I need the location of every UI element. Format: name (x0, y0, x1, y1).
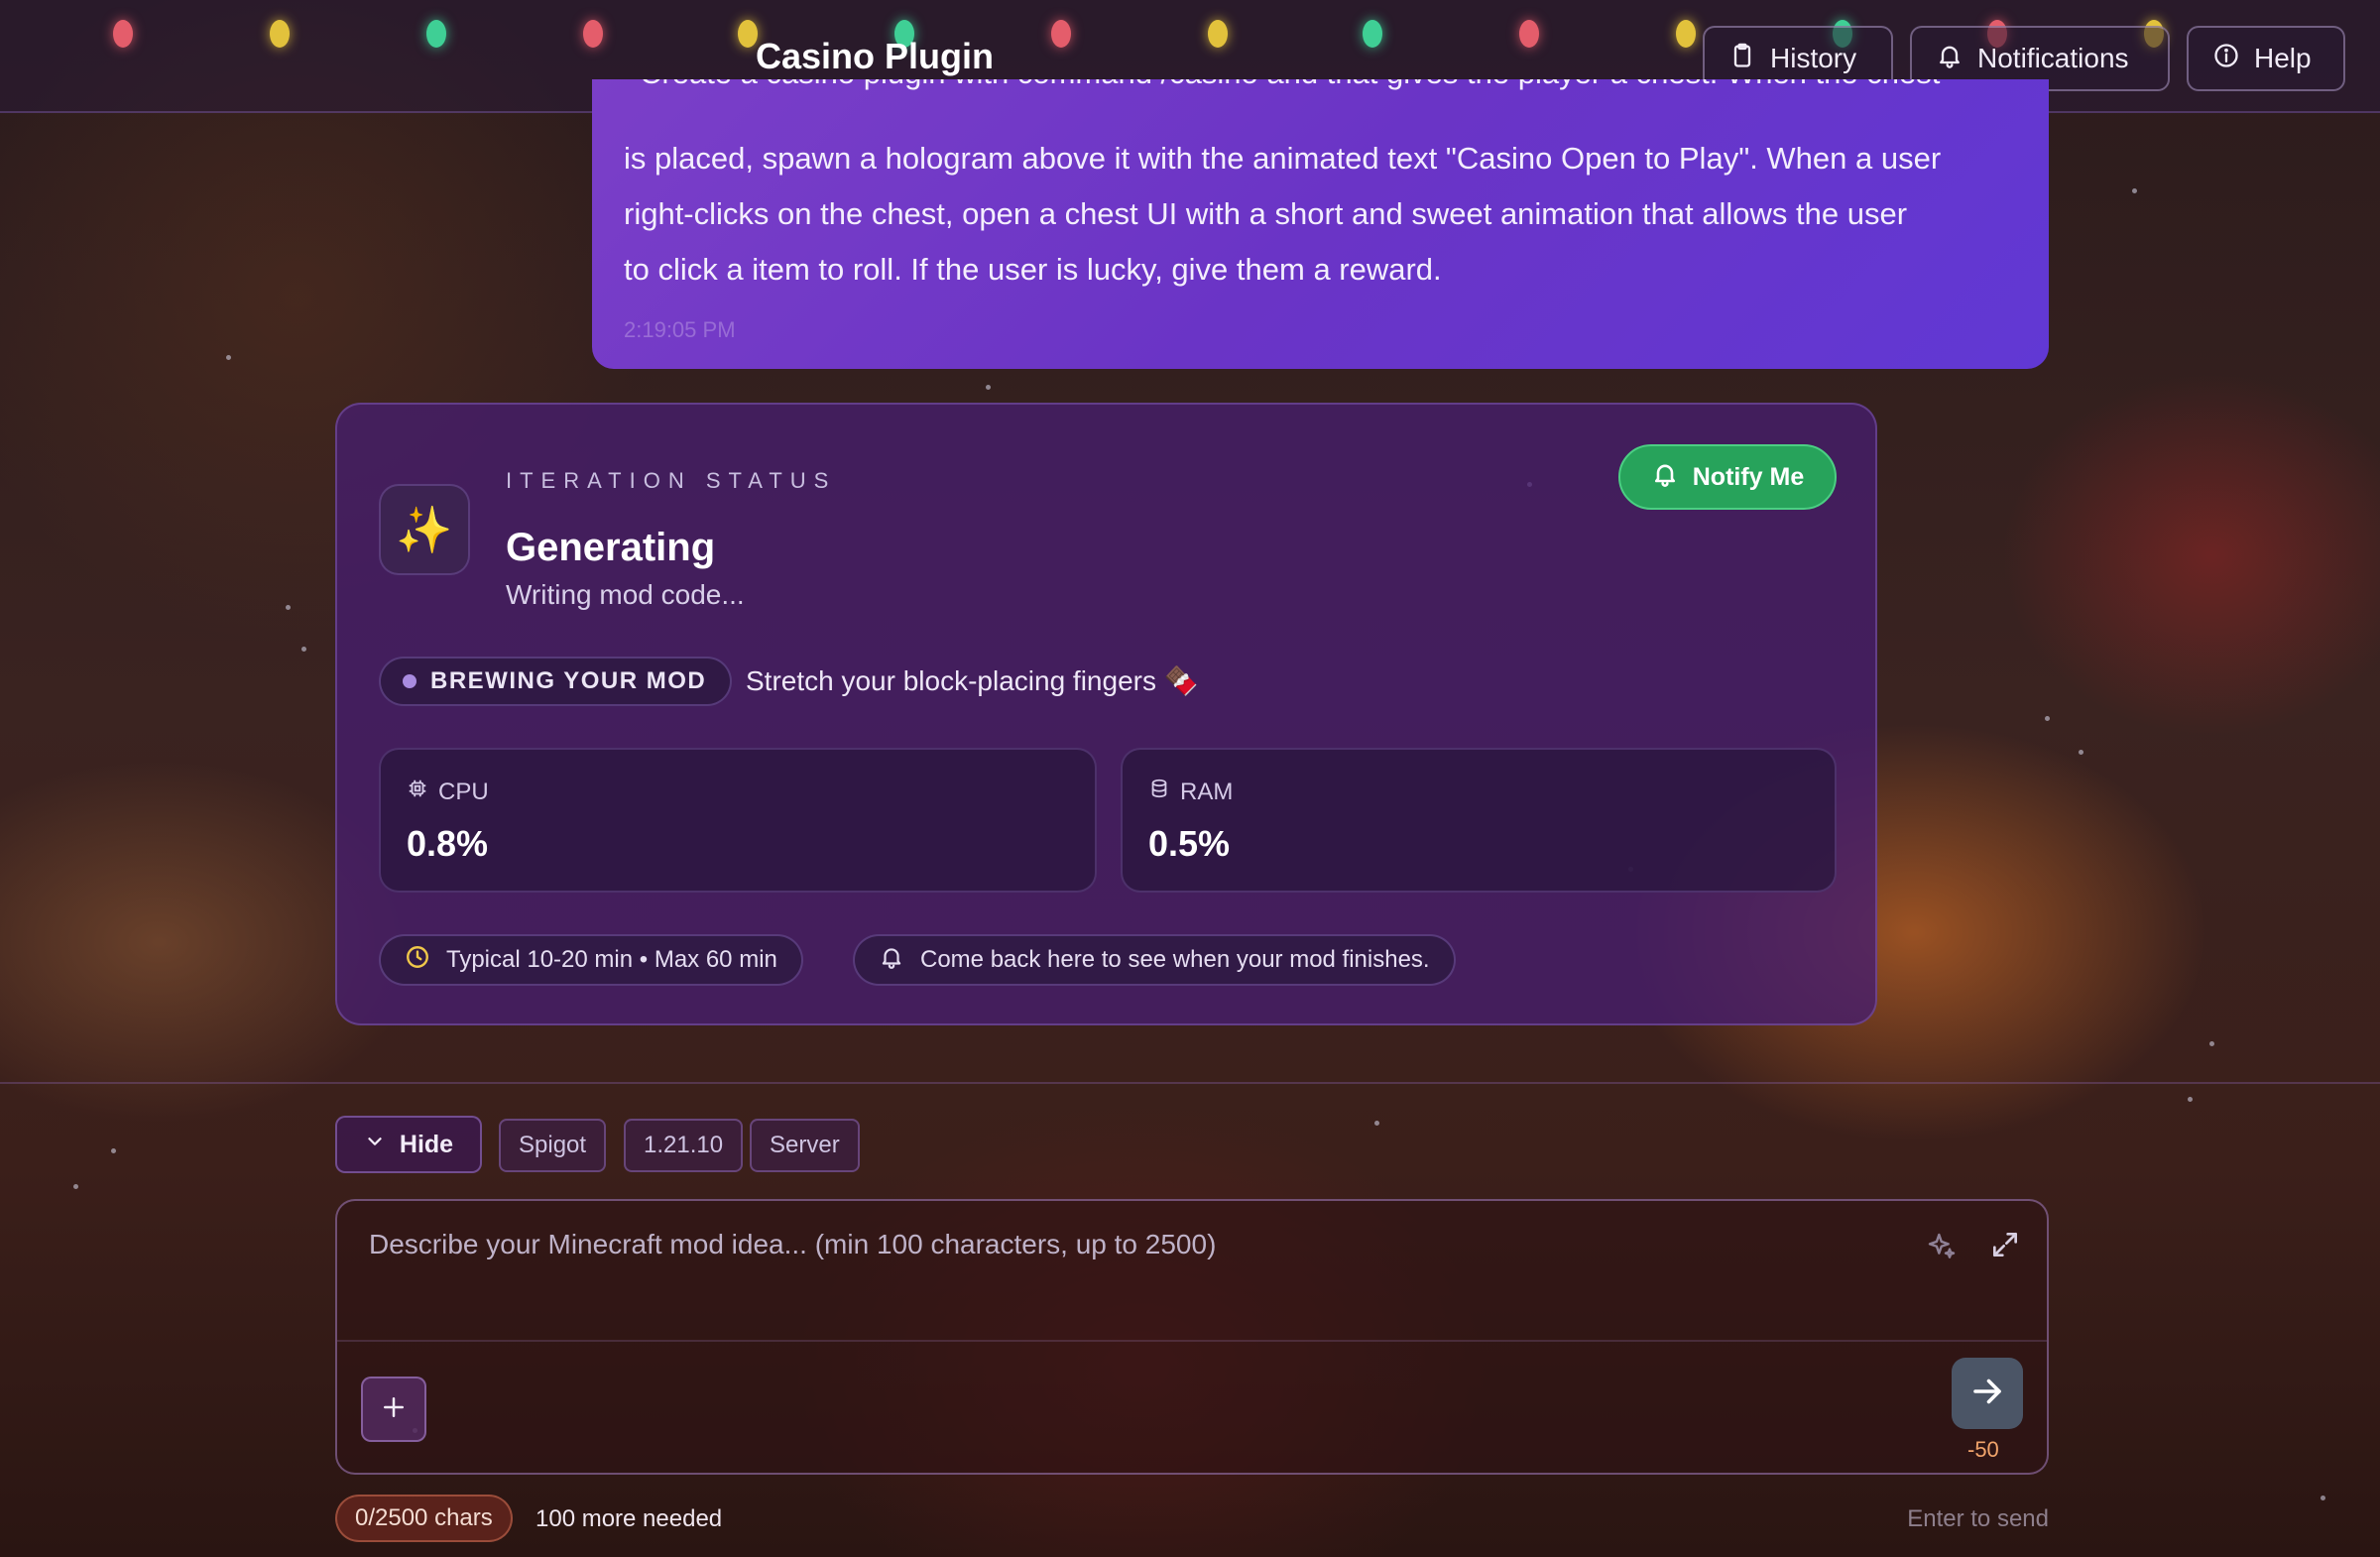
notify-me-button[interactable]: Notify Me (1618, 444, 1837, 510)
message-line-cut: Create a casino plugin with command /cas… (592, 79, 2049, 113)
light-bulb-decoration (738, 20, 758, 48)
light-bulb-decoration (1519, 20, 1539, 48)
background-speck (2188, 1097, 2193, 1102)
status-title: Generating (506, 526, 716, 569)
notify-me-label: Notify Me (1692, 462, 1805, 491)
brewing-label: BREWING YOUR MOD (430, 667, 707, 694)
message-line: to click a item to roll. If the user is … (624, 252, 1442, 287)
light-bulb-decoration (270, 20, 290, 48)
help-button[interactable]: Help (2187, 26, 2345, 91)
arrow-right-icon (1969, 1374, 2005, 1414)
user-message-bubble: Create a casino plugin with command /cas… (592, 79, 2049, 369)
composer-divider (337, 1340, 2047, 1342)
info-icon (2212, 42, 2240, 76)
light-bulb-decoration (583, 20, 603, 48)
bell-icon (1651, 460, 1679, 495)
status-dot (403, 674, 416, 688)
bell-icon (1936, 42, 1964, 76)
light-bulb-decoration (426, 20, 446, 48)
more-needed-text: 100 more needed (536, 1505, 723, 1532)
ram-metric-card: RAM 0.5% (1121, 748, 1837, 893)
send-button[interactable] (1952, 1358, 2023, 1429)
background-speck (2045, 716, 2050, 721)
remaining-count: -50 (1967, 1437, 1999, 1462)
comeback-text: Come back here to see when your mod fini… (920, 946, 1430, 973)
comeback-pill: Come back here to see when your mod fini… (853, 934, 1456, 986)
ram-label: RAM (1180, 778, 1234, 805)
light-bulb-decoration (113, 20, 133, 48)
prompt-composer: Describe your Minecraft mod idea... (min… (335, 1199, 2049, 1475)
environment-chip[interactable]: Server (750, 1119, 860, 1172)
history-label: History (1770, 43, 1857, 73)
background-speck (986, 385, 991, 390)
hide-options-button[interactable]: Hide (335, 1116, 482, 1173)
ram-value: 0.5% (1148, 823, 1231, 864)
background-speck (301, 647, 306, 652)
iteration-status-card: ✨ ITERATION STATUS Generating Writing mo… (335, 403, 1877, 1025)
light-bulb-decoration (1676, 20, 1696, 48)
expand-button[interactable] (1987, 1229, 2023, 1264)
cpu-metric-card: CPU 0.8% (379, 748, 1097, 893)
notifications-label: Notifications (1977, 43, 2129, 73)
timing-text: Typical 10-20 min • Max 60 min (446, 946, 777, 973)
clock-icon (405, 944, 430, 977)
cpu-chip-icon (407, 778, 428, 806)
message-timestamp: 2:19:05 PM (624, 317, 736, 342)
background-speck (2132, 188, 2137, 193)
brewing-badge: BREWING YOUR MOD (379, 657, 733, 706)
ram-label-row: RAM (1148, 778, 1233, 806)
enhance-sparkle-button[interactable] (1924, 1231, 1960, 1266)
light-bulb-decoration (1208, 20, 1228, 48)
clipboard-icon (1728, 42, 1756, 76)
sparkle-icon (1926, 1231, 1958, 1267)
background-speck (2320, 1496, 2325, 1500)
background-speck (2079, 750, 2083, 755)
message-line: Create a casino plugin with command /cas… (640, 79, 2001, 101)
cpu-label: CPU (438, 778, 489, 805)
plus-icon (379, 1392, 409, 1427)
timing-pill: Typical 10-20 min • Max 60 min (379, 934, 803, 986)
background-speck (2209, 1041, 2214, 1046)
cpu-value: 0.8% (407, 823, 489, 864)
add-attachment-button[interactable] (361, 1377, 426, 1442)
light-bulb-decoration (1363, 20, 1382, 48)
page-title: Casino Plugin (756, 36, 995, 76)
char-count-badge: 0/2500 chars (335, 1495, 513, 1542)
background-speck (73, 1184, 78, 1189)
message-body: is placed, spawn a hologram above it wit… (624, 131, 2012, 298)
background-speck (1374, 1121, 1379, 1126)
version-chip[interactable]: 1.21.10 (624, 1119, 744, 1172)
section-divider (0, 1082, 2380, 1084)
background-speck (286, 605, 291, 610)
message-line: is placed, spawn a hologram above it wit… (624, 141, 1942, 176)
prompt-input[interactable]: Describe your Minecraft mod idea... (min… (369, 1229, 1216, 1260)
enter-to-send-hint: Enter to send (1907, 1505, 2049, 1532)
status-subtitle: Writing mod code... (506, 579, 745, 610)
expand-icon (1989, 1229, 2021, 1265)
sparkles-icon: ✨ (379, 484, 470, 575)
background-speck (226, 355, 231, 360)
platform-chip[interactable]: Spigot (499, 1119, 607, 1172)
brewing-text: Stretch your block-placing fingers 🍫 (746, 665, 1199, 696)
message-line: right-clicks on the chest, open a chest … (624, 196, 1908, 231)
bell-icon (879, 944, 904, 977)
chevron-down-icon (364, 1131, 386, 1159)
help-label: Help (2254, 43, 2312, 73)
cpu-label-row: CPU (407, 778, 489, 806)
database-icon (1148, 778, 1170, 806)
hide-label: Hide (399, 1130, 454, 1158)
status-label: ITERATION STATUS (506, 468, 837, 493)
background-speck (111, 1148, 116, 1153)
light-bulb-decoration (1051, 20, 1071, 48)
